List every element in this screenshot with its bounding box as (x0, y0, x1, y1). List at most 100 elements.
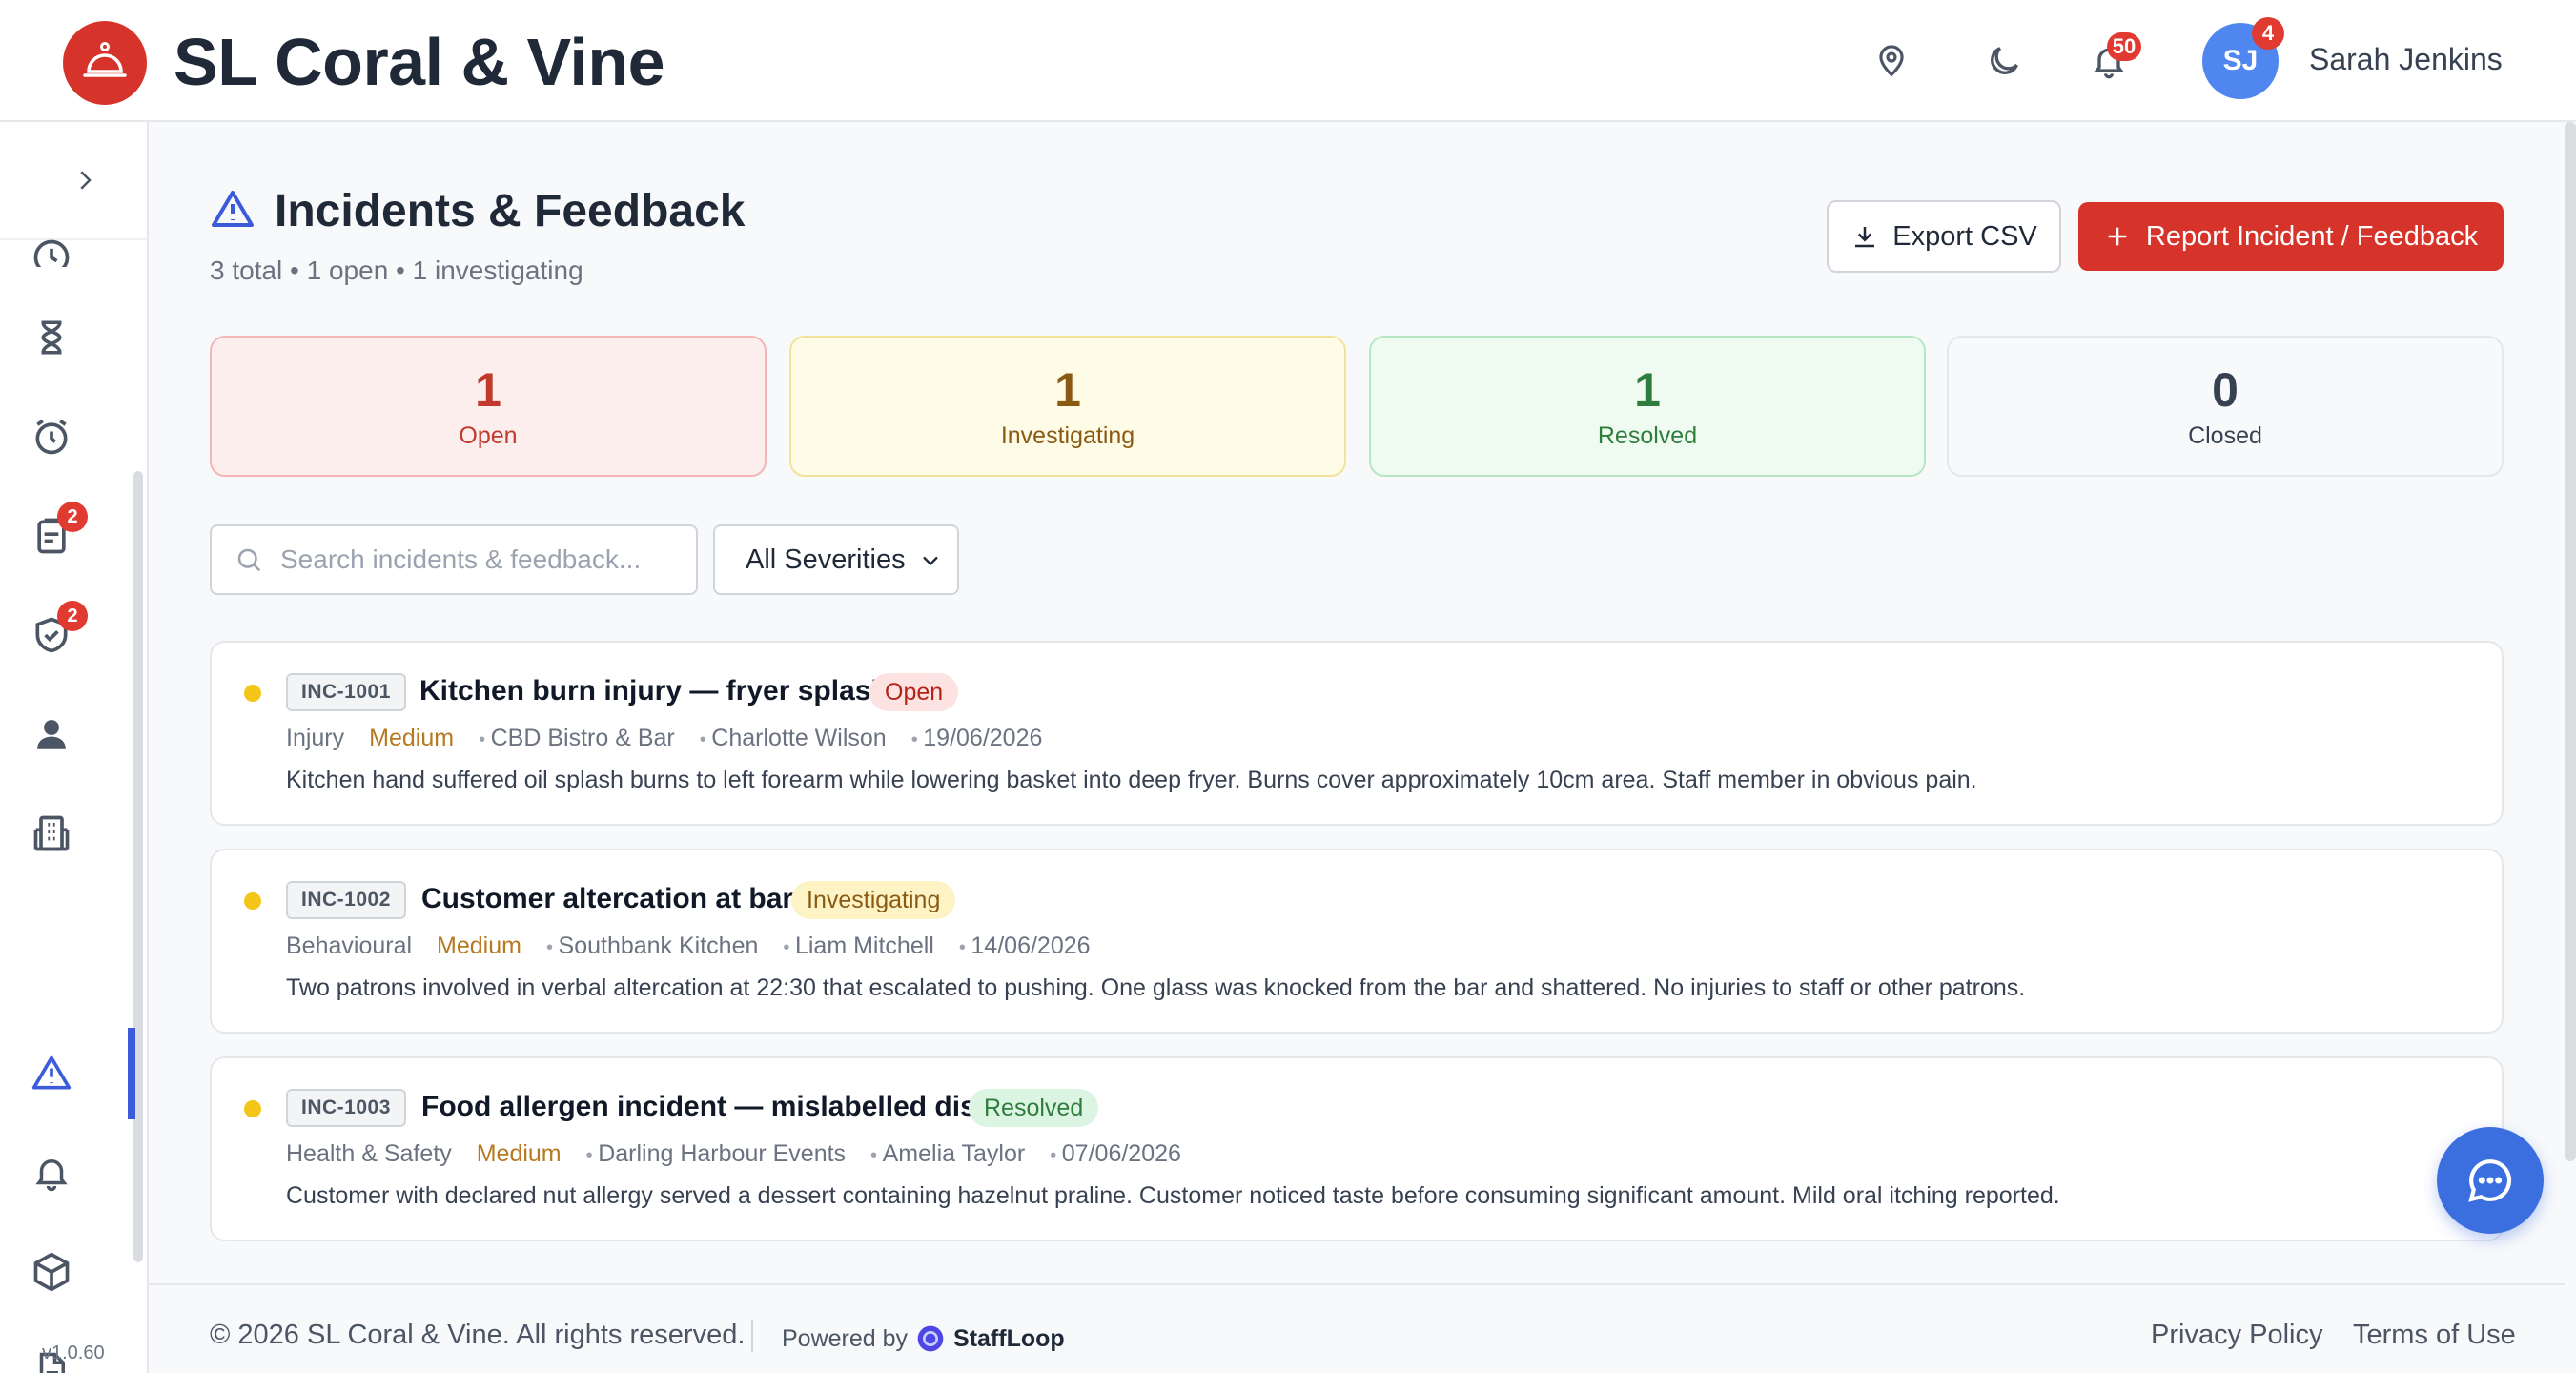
clipboard-badge: 2 (57, 502, 88, 532)
avatar-badge: 4 (2252, 17, 2284, 50)
stat-card-resolved[interactable]: 1 Resolved (1369, 336, 1926, 477)
search-input[interactable] (280, 544, 681, 575)
incident-reporter: Amelia Taylor (870, 1140, 1026, 1168)
dark-mode-toggle[interactable] (1975, 32, 2033, 90)
warning-icon (212, 191, 254, 227)
export-csv-button[interactable]: Export CSV (1827, 200, 2061, 273)
sidebar-item-clipboard[interactable]: 2 (21, 502, 88, 566)
incident-category: Health & Safety (286, 1140, 452, 1167)
incident-category: Behavioural (286, 932, 413, 959)
bell-icon (35, 1159, 68, 1192)
chevron-right-icon (80, 171, 92, 190)
status-badge: Open (869, 673, 959, 711)
incident-date: 14/06/2026 (959, 932, 1090, 960)
incident-location: CBD Bistro & Bar (479, 725, 675, 752)
incident-title[interactable]: Kitchen burn injury — fryer splash (419, 675, 889, 707)
stat-card-closed[interactable]: 0 Closed (1947, 336, 2504, 477)
stat-card-investigating[interactable]: 1 Investigating (789, 336, 1346, 477)
footer: © 2026 SL Coral & Vine. All rights reser… (149, 1283, 2565, 1373)
stat-label: Open (459, 421, 518, 449)
user-name[interactable]: Sarah Jenkins (2309, 42, 2503, 77)
plus-icon (2108, 227, 2127, 246)
page-scrollbar[interactable] (2565, 122, 2576, 1161)
incident-title[interactable]: Food allergen incident — mislabelled dis… (421, 1091, 993, 1123)
footer-powered-by[interactable]: Powered by StaffLoop (782, 1323, 1065, 1354)
page-title: Incidents & Feedback (275, 186, 746, 236)
shield-badge: 2 (57, 601, 88, 631)
powered-by-label: Powered by (782, 1324, 909, 1352)
sidebar-item-staff[interactable] (21, 704, 82, 765)
incident-meta: Injury Medium CBD Bistro & Bar Charlotte… (286, 725, 1067, 752)
user-avatar[interactable]: SJ 4 (2202, 17, 2284, 99)
sidebar-item-compliance[interactable]: 2 (21, 601, 88, 666)
incident-category: Injury (286, 725, 345, 751)
incident-location: Darling Harbour Events (586, 1140, 846, 1168)
incident-description: Kitchen hand suffered oil splash burns t… (286, 767, 1977, 793)
incident-severity: Medium (476, 1140, 562, 1167)
sidebar-item-notifications[interactable] (21, 1142, 82, 1203)
moon-icon (1991, 47, 2018, 74)
sidebar-item-incidents[interactable] (21, 1043, 82, 1104)
incident-card[interactable]: INC-1001 Kitchen burn injury — fryer spl… (210, 641, 2504, 826)
sidebar-item-alarm[interactable] (21, 406, 82, 467)
stat-label: Closed (2188, 421, 2262, 449)
alarm-icon (35, 419, 68, 455)
location-button[interactable] (1863, 32, 1920, 90)
chat-button[interactable] (2437, 1127, 2544, 1234)
incident-date: 19/06/2026 (911, 725, 1042, 752)
terms-of-use-link[interactable]: Terms of Use (2353, 1320, 2516, 1351)
severity-dot (244, 1100, 261, 1117)
incident-code: INC-1001 (286, 673, 406, 711)
hourglass-icon (41, 320, 62, 355)
powered-by-brand: StaffLoop (953, 1324, 1065, 1352)
severity-filter-select[interactable]: All Severities (713, 524, 959, 595)
incident-card[interactable]: INC-1002 Customer altercation at bar Inv… (210, 849, 2504, 1034)
stat-value: 1 (1634, 362, 1661, 417)
search-box[interactable] (210, 524, 698, 595)
status-badge: Resolved (969, 1089, 1099, 1127)
footer-divider (751, 1320, 753, 1352)
incident-severity: Medium (369, 725, 455, 751)
sidebar-item-hourglass[interactable] (21, 307, 82, 368)
sidebar-item-venues[interactable] (21, 803, 82, 864)
app-version: v1.0.60 (42, 1342, 105, 1363)
sidebar-active-indicator (128, 1028, 135, 1119)
page-title-icon-wrap (210, 187, 256, 233)
stat-label: Investigating (1000, 421, 1135, 449)
severity-dot (244, 685, 261, 702)
severity-filter-value: All Severities (746, 543, 906, 575)
privacy-policy-link[interactable]: Privacy Policy (2151, 1320, 2323, 1351)
page-summary: 3 total • 1 open • 1 investigating (210, 256, 583, 285)
avatar-initials: SJ (2222, 45, 2259, 76)
incident-severity: Medium (437, 932, 521, 959)
sidebar-expand-button[interactable] (0, 122, 147, 240)
incident-card[interactable]: INC-1003 Food allergen incident — mislab… (210, 1056, 2504, 1241)
stat-value: 1 (1054, 362, 1081, 417)
incident-reporter: Charlotte Wilson (700, 725, 886, 752)
staffloop-logo-icon (917, 1325, 944, 1352)
incident-reporter: Liam Mitchell (783, 932, 934, 960)
stat-value: 1 (475, 362, 501, 417)
report-incident-button[interactable]: Report Incident / Feedback (2078, 202, 2504, 271)
brand-logo[interactable] (63, 21, 147, 105)
clock-icon (33, 239, 70, 267)
notification-count-badge: 50 (2107, 32, 2141, 61)
incident-description: Two patrons involved in verbal altercati… (286, 974, 2026, 1001)
sidebar-item-clock[interactable] (21, 236, 82, 267)
sidebar-item-inventory[interactable] (21, 1241, 82, 1302)
incident-title[interactable]: Customer altercation at bar (421, 883, 793, 915)
stat-card-open[interactable]: 1 Open (210, 336, 767, 477)
sidebar-scrollbar[interactable] (133, 471, 143, 1262)
stat-label: Resolved (1597, 421, 1698, 449)
cloche-icon (83, 42, 127, 77)
map-pin-icon (1879, 45, 1904, 77)
incident-code: INC-1003 (286, 1089, 406, 1127)
building-icon (33, 815, 70, 851)
sidebar: 2 2 (0, 122, 149, 1373)
box-icon (33, 1252, 70, 1292)
footer-copyright: © 2026 SL Coral & Vine. All rights reser… (210, 1320, 746, 1350)
search-icon (237, 548, 261, 572)
notifications-button[interactable]: 50 (2080, 32, 2141, 90)
report-incident-label: Report Incident / Feedback (2145, 220, 2479, 252)
chat-bubble-icon (2468, 1159, 2512, 1202)
